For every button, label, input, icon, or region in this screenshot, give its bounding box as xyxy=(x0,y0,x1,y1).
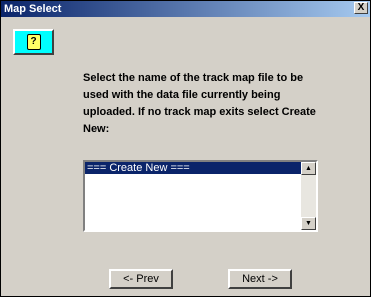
list-item-create-new[interactable]: === Create New === xyxy=(85,162,301,174)
listbox-scrollbar[interactable]: ▲ ▼ xyxy=(301,162,316,230)
close-icon: X xyxy=(357,2,365,13)
track-map-listbox[interactable]: === Create New === ▲ ▼ xyxy=(83,160,318,232)
help-icon: ? xyxy=(26,34,41,50)
help-button[interactable]: ? xyxy=(13,29,54,55)
prev-button[interactable]: <- Prev xyxy=(109,269,173,289)
arrow-up-icon: ▲ xyxy=(305,165,312,172)
scroll-down-button[interactable]: ▼ xyxy=(301,217,316,230)
next-button[interactable]: Next -> xyxy=(228,269,292,289)
close-button[interactable]: X xyxy=(354,2,368,14)
scroll-up-button[interactable]: ▲ xyxy=(301,162,316,175)
arrow-down-icon: ▼ xyxy=(305,220,312,227)
map-select-dialog: Map Select X ? Select the name of the tr… xyxy=(0,0,371,297)
title-bar[interactable]: Map Select X xyxy=(1,1,370,17)
instruction-text: Select the name of the track map file to… xyxy=(83,72,316,135)
window-title: Map Select xyxy=(4,3,62,15)
